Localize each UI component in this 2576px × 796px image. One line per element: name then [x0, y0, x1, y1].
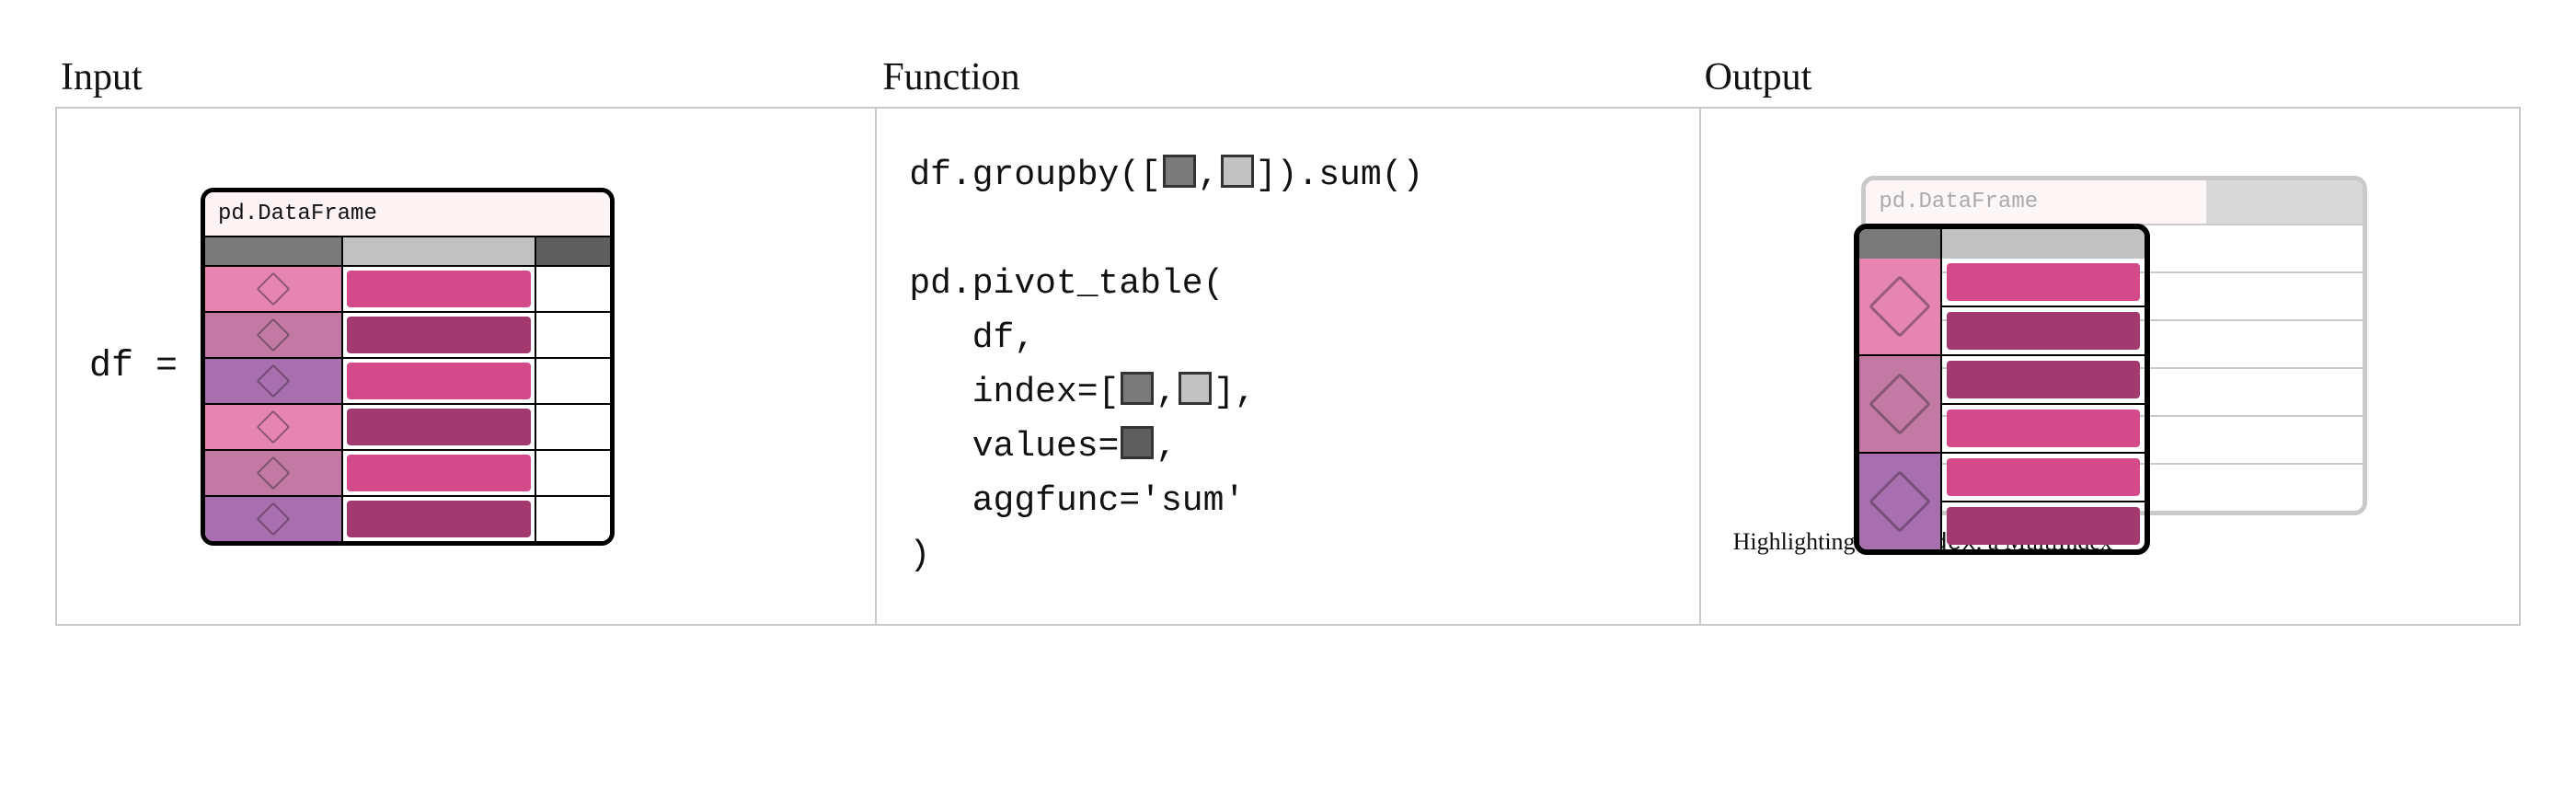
value-swatch — [347, 317, 531, 353]
table-row — [205, 357, 610, 403]
column-swatch-a-icon — [1163, 155, 1196, 188]
diagram-grid: Input Function Output df = pd.DataFrame … — [55, 55, 2521, 626]
group-value-row — [1942, 259, 2145, 306]
value-cell — [343, 451, 536, 495]
diamond-icon — [1869, 470, 1931, 533]
code-pivot-arg2: index=[,], — [909, 373, 1255, 412]
column-swatch-c-icon — [1121, 426, 1154, 459]
value-swatch — [1947, 507, 2140, 545]
output-highlight-body — [1859, 259, 2145, 549]
output-highlight-table — [1854, 224, 2150, 555]
output-ghost-caption: pd.DataFrame — [1866, 180, 2363, 224]
function-title: Function — [882, 55, 1698, 99]
diamond-icon — [1869, 373, 1931, 435]
code-pivot-arg1: df, — [909, 318, 1035, 358]
group-values — [1942, 259, 2145, 354]
output-highlight-header — [1859, 229, 2145, 259]
value-cell — [343, 359, 536, 403]
value-swatch — [347, 409, 531, 445]
value-swatch — [347, 271, 531, 307]
value-swatch — [347, 363, 531, 399]
value-cell — [343, 497, 536, 541]
input-panel: df = pd.DataFrame — [55, 107, 877, 626]
empty-cell — [536, 451, 610, 495]
index-cell — [205, 359, 343, 403]
code-pivot-arg4: aggfunc='sum' — [909, 481, 1245, 521]
empty-cell — [536, 267, 610, 311]
input-df-body — [205, 265, 610, 541]
df-assign: df = — [89, 346, 178, 387]
table-row — [205, 495, 610, 541]
value-swatch — [1947, 263, 2140, 301]
code-pivot-close: ) — [909, 536, 930, 575]
diamond-icon — [257, 271, 291, 306]
group-index-cell — [1859, 454, 1942, 549]
header-col-c — [536, 237, 610, 265]
diamond-icon — [257, 363, 291, 398]
diamond-icon — [257, 502, 291, 536]
index-group — [1859, 354, 2145, 452]
index-cell — [205, 451, 343, 495]
value-swatch — [1947, 312, 2140, 350]
input-df-header — [205, 237, 610, 265]
input-dataframe: pd.DataFrame — [201, 188, 615, 546]
ov-header-a — [1859, 229, 1942, 259]
index-cell — [205, 267, 343, 311]
index-group — [1859, 452, 2145, 549]
input-df-caption: pd.DataFrame — [205, 192, 610, 237]
group-value-row — [1942, 454, 2145, 501]
diamond-icon — [1869, 275, 1931, 338]
diamond-icon — [257, 317, 291, 352]
group-value-row — [1942, 501, 2145, 549]
empty-cell — [536, 359, 610, 403]
value-swatch — [1947, 458, 2140, 496]
value-swatch — [347, 501, 531, 537]
output-title: Output — [1705, 55, 2521, 99]
diamond-icon — [257, 456, 291, 490]
table-row — [205, 403, 610, 449]
column-swatch-a-icon — [1121, 372, 1154, 405]
column-swatch-b-icon — [1179, 372, 1212, 405]
output-df-label: pd.DataFrame — [1866, 180, 2206, 224]
value-cell — [343, 313, 536, 357]
empty-cell — [536, 313, 610, 357]
diamond-icon — [257, 410, 291, 444]
function-panel: df.groupby([,]).sum() pd.pivot_table( df… — [877, 107, 1698, 626]
value-swatch — [347, 455, 531, 491]
code-line1: df.groupby([,]).sum() — [909, 156, 1423, 195]
group-index-cell — [1859, 259, 1942, 354]
value-cell — [343, 267, 536, 311]
index-cell — [205, 313, 343, 357]
empty-cell — [536, 497, 610, 541]
input-content: df = pd.DataFrame — [89, 188, 843, 546]
table-row — [205, 311, 610, 357]
group-value-row — [1942, 403, 2145, 452]
value-cell — [343, 405, 536, 449]
output-content: pd.DataFrame — [1861, 176, 2358, 515]
index-cell — [205, 405, 343, 449]
group-value-row — [1942, 356, 2145, 403]
table-row — [205, 449, 610, 495]
table-row — [205, 265, 610, 311]
group-index-cell — [1859, 356, 1942, 452]
function-code: df.groupby([,]).sum() pd.pivot_table( df… — [909, 149, 1666, 583]
group-value-row — [1942, 306, 2145, 354]
empty-cell — [536, 405, 610, 449]
output-ghost-col-header — [2206, 180, 2363, 224]
ov-header-b — [1942, 229, 2145, 259]
code-pivot-arg3: values=, — [909, 427, 1177, 467]
index-cell — [205, 497, 343, 541]
code-pivot-open: pd.pivot_table( — [909, 264, 1224, 304]
header-col-b — [343, 237, 536, 265]
value-swatch — [1947, 410, 2140, 447]
header-col-a — [205, 237, 343, 265]
output-panel: pd.DataFrame Highlighting df.index, a Mu… — [1699, 107, 2521, 626]
index-group — [1859, 259, 2145, 354]
column-swatch-b-icon — [1221, 155, 1254, 188]
group-values — [1942, 356, 2145, 452]
value-swatch — [1947, 361, 2140, 398]
input-title: Input — [61, 55, 877, 99]
group-values — [1942, 454, 2145, 549]
